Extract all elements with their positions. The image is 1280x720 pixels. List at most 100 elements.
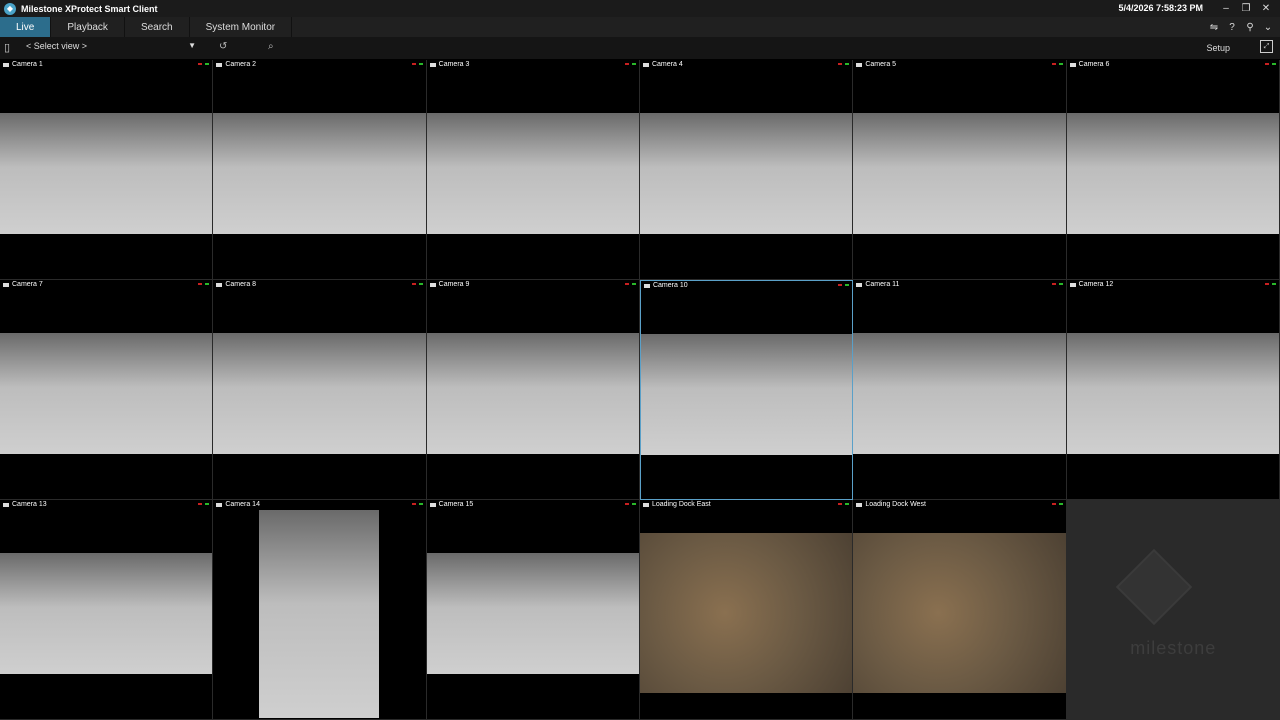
video-feed — [0, 333, 213, 454]
connection-icon[interactable]: ⇋ — [1208, 20, 1220, 34]
camera-name: Loading Dock West — [865, 501, 926, 508]
live-indicator-icon — [845, 284, 850, 286]
camera-title: Camera 6 — [1069, 61, 1109, 68]
live-indicator-icon — [205, 503, 210, 505]
live-indicator-icon — [1058, 283, 1063, 285]
camera-icon — [3, 62, 9, 67]
video-feed — [213, 113, 426, 234]
live-indicator-icon — [205, 283, 210, 285]
fullscreen-icon[interactable]: ⤢ — [1260, 40, 1273, 53]
camera-tile[interactable]: Camera 4 — [639, 60, 854, 280]
recording-indicator-icon — [838, 284, 843, 286]
camera-tile[interactable]: Camera 3 — [426, 60, 640, 280]
recording-indicator-icon — [838, 63, 843, 65]
window-controls: – ❐ ✕ — [1216, 0, 1276, 16]
camera-tile[interactable]: Camera 1 — [0, 60, 214, 280]
reset-view-icon[interactable]: ↺ — [219, 41, 227, 52]
camera-icon — [642, 62, 649, 67]
empty-slot[interactable]: milestone — [1066, 500, 1280, 720]
video-feed — [213, 333, 426, 454]
camera-name: Camera 13 — [12, 501, 47, 508]
video-feed — [259, 510, 380, 718]
camera-title: Camera 2 — [216, 61, 256, 68]
camera-icon — [856, 282, 863, 287]
camera-title: Camera 7 — [3, 281, 43, 288]
camera-name: Camera 9 — [438, 281, 470, 288]
camera-tile[interactable]: Camera 6 — [1066, 60, 1280, 280]
app-title: Milestone XProtect Smart Client — [21, 3, 158, 14]
camera-tile[interactable]: Loading Dock East — [639, 500, 854, 720]
camera-title: Camera 9 — [429, 281, 470, 288]
restore-button[interactable]: ❐ — [1236, 0, 1256, 16]
app-logo-icon: ◆ — [4, 2, 16, 15]
live-indicator-icon — [418, 503, 423, 505]
camera-name: Loading Dock East — [651, 501, 711, 508]
panel-toggle-icon[interactable]: ▯ — [4, 41, 10, 54]
camera-name: Camera 8 — [225, 281, 257, 288]
camera-icon — [3, 282, 9, 287]
camera-tile[interactable]: Camera 9 — [426, 280, 640, 500]
camera-name: Camera 2 — [225, 61, 257, 68]
search-view-icon[interactable]: ⌕ — [268, 41, 274, 52]
live-indicator-icon — [205, 63, 210, 65]
live-indicator-icon — [631, 503, 636, 505]
help-icon[interactable]: ? — [1226, 20, 1238, 34]
tab-playback[interactable]: Playback — [51, 17, 125, 37]
live-indicator-icon — [631, 283, 636, 285]
video-feed — [426, 553, 639, 674]
camera-title: Camera 4 — [642, 61, 683, 68]
camera-name: Camera 4 — [651, 61, 683, 68]
camera-title: Camera 10 — [643, 282, 688, 289]
camera-tile[interactable]: Camera 13 — [0, 500, 214, 720]
camera-name: Camera 15 — [438, 501, 474, 508]
camera-tile[interactable]: Loading Dock West — [853, 500, 1067, 720]
camera-tile[interactable]: Camera 12 — [1066, 280, 1280, 500]
camera-icon — [216, 282, 223, 287]
video-feed — [639, 533, 853, 693]
live-indicator-icon — [418, 63, 423, 65]
chevron-down-icon: ▼ — [188, 41, 196, 50]
camera-title: Loading Dock West — [856, 501, 926, 508]
camera-tile[interactable]: Camera 15 — [426, 500, 640, 720]
camera-icon — [856, 502, 863, 507]
setup-button[interactable]: Setup — [1206, 43, 1230, 53]
milestone-logo-text: milestone — [1130, 638, 1217, 658]
live-indicator-icon — [631, 63, 636, 65]
video-feed — [639, 113, 853, 234]
recording-indicator-icon — [624, 283, 629, 285]
video-feed — [640, 334, 853, 455]
camera-name: Camera 10 — [652, 282, 688, 289]
recording-indicator-icon — [624, 503, 629, 505]
camera-icon — [429, 502, 436, 507]
close-button[interactable]: ✕ — [1256, 0, 1276, 16]
minimize-button[interactable]: – — [1216, 0, 1236, 16]
tab-icons: ⇋ ? ⚲ ⌄ — [1208, 20, 1274, 34]
camera-tile[interactable]: Camera 7 — [0, 280, 214, 500]
live-indicator-icon — [1271, 283, 1276, 285]
camera-tile[interactable]: Camera 2 — [213, 60, 427, 280]
camera-tile[interactable]: Camera 10 — [639, 280, 854, 500]
live-indicator-icon — [845, 63, 850, 65]
camera-tile[interactable]: Camera 8 — [213, 280, 427, 500]
camera-title: Camera 12 — [1069, 281, 1113, 288]
tab-live[interactable]: Live — [0, 17, 52, 37]
video-feed — [1066, 333, 1279, 454]
camera-tile[interactable]: Camera 11 — [853, 280, 1067, 500]
live-indicator-icon — [1058, 503, 1063, 505]
recording-indicator-icon — [1051, 63, 1056, 65]
chevron-down-icon[interactable]: ⌄ — [1262, 20, 1274, 34]
camera-title: Camera 14 — [216, 501, 260, 508]
camera-tile[interactable]: Camera 5 — [853, 60, 1067, 280]
camera-icon — [216, 502, 223, 507]
video-feed — [853, 333, 1066, 454]
camera-tile[interactable]: Camera 14 — [213, 500, 427, 720]
view-select[interactable]: < Select view > ▼ — [26, 41, 198, 55]
camera-name: Camera 14 — [225, 501, 260, 508]
tab-system-monitor[interactable]: System Monitor — [190, 17, 293, 37]
tab-search[interactable]: Search — [125, 17, 190, 37]
camera-icon — [3, 502, 9, 507]
camera-name: Camera 7 — [12, 281, 43, 288]
camera-icon — [1069, 62, 1076, 67]
pin-icon[interactable]: ⚲ — [1244, 20, 1256, 34]
recording-indicator-icon — [1051, 503, 1056, 505]
